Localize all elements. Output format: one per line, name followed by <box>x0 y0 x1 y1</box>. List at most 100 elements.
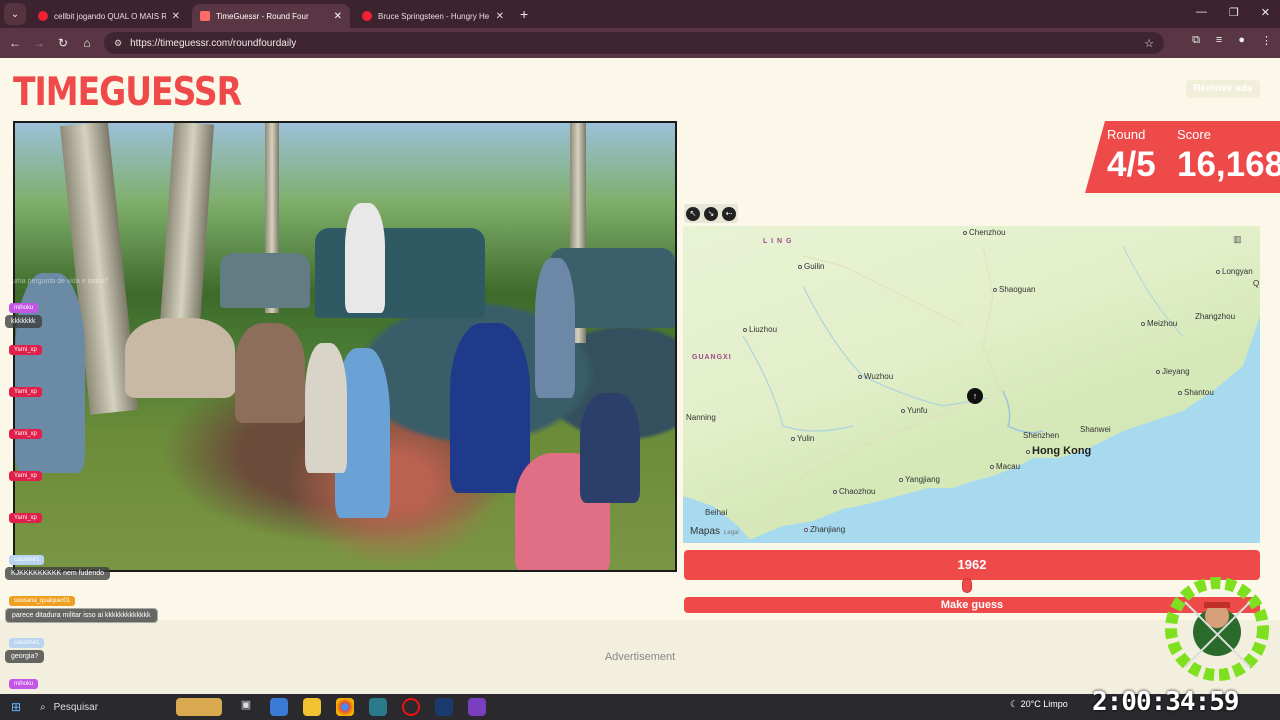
city-beihai: Beihai <box>705 508 728 517</box>
new-tab-icon[interactable]: + <box>520 6 528 22</box>
browser-toolbar: ← → ↻ ⌂ ⚙ https://timeguessr.com/roundfo… <box>0 28 1280 58</box>
discord-icon[interactable] <box>468 698 486 716</box>
city-guilin: Guilin <box>798 262 824 271</box>
chat-username: cassimir1 <box>9 638 45 648</box>
tab-strip: ⌄ cellbit jogando QUAL O MAIS R ✕ TimeGu… <box>0 0 1280 28</box>
youtube-icon <box>38 11 48 21</box>
extensions-icon[interactable]: ⧉ <box>1192 34 1200 47</box>
city-liuzhou: Liuzhou <box>743 325 777 334</box>
city-wuzhou: Wuzhou <box>858 372 893 381</box>
url-text: https://timeguessr.com/roundfourdaily <box>130 37 297 49</box>
map-controls: ↖ ↘ ⇠ <box>684 204 738 223</box>
search-icon: ⌕ <box>40 701 46 713</box>
expand-map-icon[interactable]: ↖ <box>686 206 700 221</box>
city-longyan: Longyan <box>1216 267 1253 276</box>
chrome-icon[interactable] <box>336 698 354 716</box>
toolbar-right-icons: ⧉ ≡ ● ⋮ <box>1192 34 1272 47</box>
score-value: 16,168 <box>1177 145 1280 184</box>
close-tab-icon[interactable]: ✕ <box>334 11 342 22</box>
steam-icon[interactable] <box>435 698 453 716</box>
opera-icon[interactable] <box>402 698 420 716</box>
streamer-emblem <box>1165 577 1269 681</box>
tab-cellbit[interactable]: cellbit jogando QUAL O MAIS R ✕ <box>30 4 188 28</box>
back-icon[interactable]: ← <box>3 36 27 50</box>
chat-username: Yami_xp <box>9 387 42 397</box>
app-icon[interactable] <box>369 698 387 716</box>
chat-username: sousana_qualquer01 <box>9 596 76 606</box>
stream-clock: 2:00:34:59 <box>1092 687 1240 717</box>
year-slider-handle[interactable] <box>962 578 972 593</box>
reload-icon[interactable]: ↻ <box>51 36 75 50</box>
tab-title: Bruce Springsteen - Hungry He <box>378 11 490 21</box>
tab-springsteen[interactable]: Bruce Springsteen - Hungry He ✕ <box>354 4 512 28</box>
city-macau: Macau <box>990 462 1020 471</box>
map-edge-label: L I N G <box>763 238 793 245</box>
taskbar-search[interactable]: ⌕ Pesquisar <box>40 702 176 713</box>
city-zhangzhou: Zhangzhou <box>1195 312 1236 321</box>
youtube-icon <box>362 11 372 21</box>
home-icon[interactable]: ⌂ <box>75 36 99 50</box>
guess-map[interactable]: Chenzhou L I N G Guilin Longyan Q Shaogu… <box>683 226 1260 543</box>
round-score-panel: Round 4/5 Score 16,168 <box>1085 121 1280 193</box>
desert-widget-icon[interactable] <box>176 698 222 716</box>
store-icon[interactable] <box>270 698 288 716</box>
region-guangxi: GUANGXI <box>692 354 732 361</box>
advertisement-label: Advertisement <box>604 651 676 663</box>
minimize-icon[interactable]: — <box>1196 6 1207 19</box>
chat-username: mihoku <box>9 679 39 689</box>
city-shanwei: Shanwei <box>1080 425 1111 434</box>
close-window-icon[interactable]: ✕ <box>1261 6 1270 19</box>
chat-faded-message: uma pergunta de vida e todos? <box>12 278 109 285</box>
windows-start-icon[interactable]: ⊞ <box>4 700 28 714</box>
timeguessr-logo[interactable]: TIMEGUESSR <box>13 68 242 115</box>
city-shaoguan: Shaoguan <box>993 285 1035 294</box>
chat-username: Yami_xp <box>9 429 42 439</box>
address-bar[interactable]: ⚙ https://timeguessr.com/roundfourdaily … <box>104 32 1164 54</box>
city-nanning: Nanning <box>686 413 716 422</box>
chat-username: cassimir1 <box>9 555 45 565</box>
tab-search-icon[interactable]: ⌄ <box>4 3 26 25</box>
round-photo <box>13 121 677 572</box>
map-geography <box>683 245 1260 543</box>
close-tab-icon[interactable]: ✕ <box>496 11 504 22</box>
map-edge-q: Q <box>1253 279 1260 288</box>
restore-icon[interactable]: ❐ <box>1229 6 1239 19</box>
round-label: Round <box>1107 127 1146 142</box>
guess-pin-icon[interactable]: ↑ <box>967 388 983 404</box>
shrink-map-icon[interactable]: ↘ <box>704 206 718 221</box>
tab-title: TimeGuessr - Round Four <box>216 11 309 21</box>
menu-kebab-icon[interactable]: ⋮ <box>1261 34 1272 47</box>
chat-message: KJKKKKKKKKK nem fudendo <box>5 567 110 580</box>
weather-widget[interactable]: ☾ 20°C Limpo <box>1010 699 1068 710</box>
moon-icon: ☾ <box>1010 699 1019 709</box>
remove-ads-button[interactable]: Remove ads <box>1186 80 1260 98</box>
chat-username: Yami_xp <box>9 513 42 523</box>
city-zhanjiang: Zhanjiang <box>804 525 845 534</box>
forward-icon[interactable]: → <box>27 36 51 50</box>
file-explorer-icon[interactable] <box>303 698 321 716</box>
map-legal-link[interactable]: Legal <box>724 530 739 536</box>
city-jieyang: Jieyang <box>1156 367 1190 376</box>
city-hong-kong: Hong Kong <box>1026 445 1091 457</box>
media-queue-icon[interactable]: ≡ <box>1216 34 1222 47</box>
tab-timeguessr[interactable]: TimeGuessr - Round Four ✕ <box>192 4 350 28</box>
city-shantou: Shantou <box>1178 388 1214 397</box>
city-meizhou: Meizhou <box>1141 319 1177 328</box>
tab-title: cellbit jogando QUAL O MAIS R <box>54 11 166 21</box>
site-info-icon[interactable]: ⚙ <box>114 38 122 49</box>
task-view-icon[interactable]: ▣ <box>237 698 255 716</box>
chat-message: kkkkkkk <box>5 315 42 328</box>
search-placeholder: Pesquisar <box>53 701 99 713</box>
city-yangjiang: Yangjiang <box>899 475 940 484</box>
chat-message: georgia? <box>5 650 45 663</box>
round-value: 4/5 <box>1107 145 1156 184</box>
city-shenzhen: Shenzhen <box>1023 431 1060 440</box>
close-tab-icon[interactable]: ✕ <box>172 11 180 22</box>
pin-map-icon[interactable]: ⇠ <box>722 206 736 221</box>
bookmark-star-icon[interactable]: ☆ <box>1144 37 1154 50</box>
map-layers-icon[interactable]: ▥ <box>1233 234 1242 245</box>
apple-maps-logo: Mapas Legal <box>690 526 739 537</box>
window-controls: — ❐ ✕ <box>1196 6 1270 19</box>
profile-avatar-icon[interactable]: ● <box>1238 34 1245 47</box>
city-chaozhou: Chaozhou <box>833 487 875 496</box>
